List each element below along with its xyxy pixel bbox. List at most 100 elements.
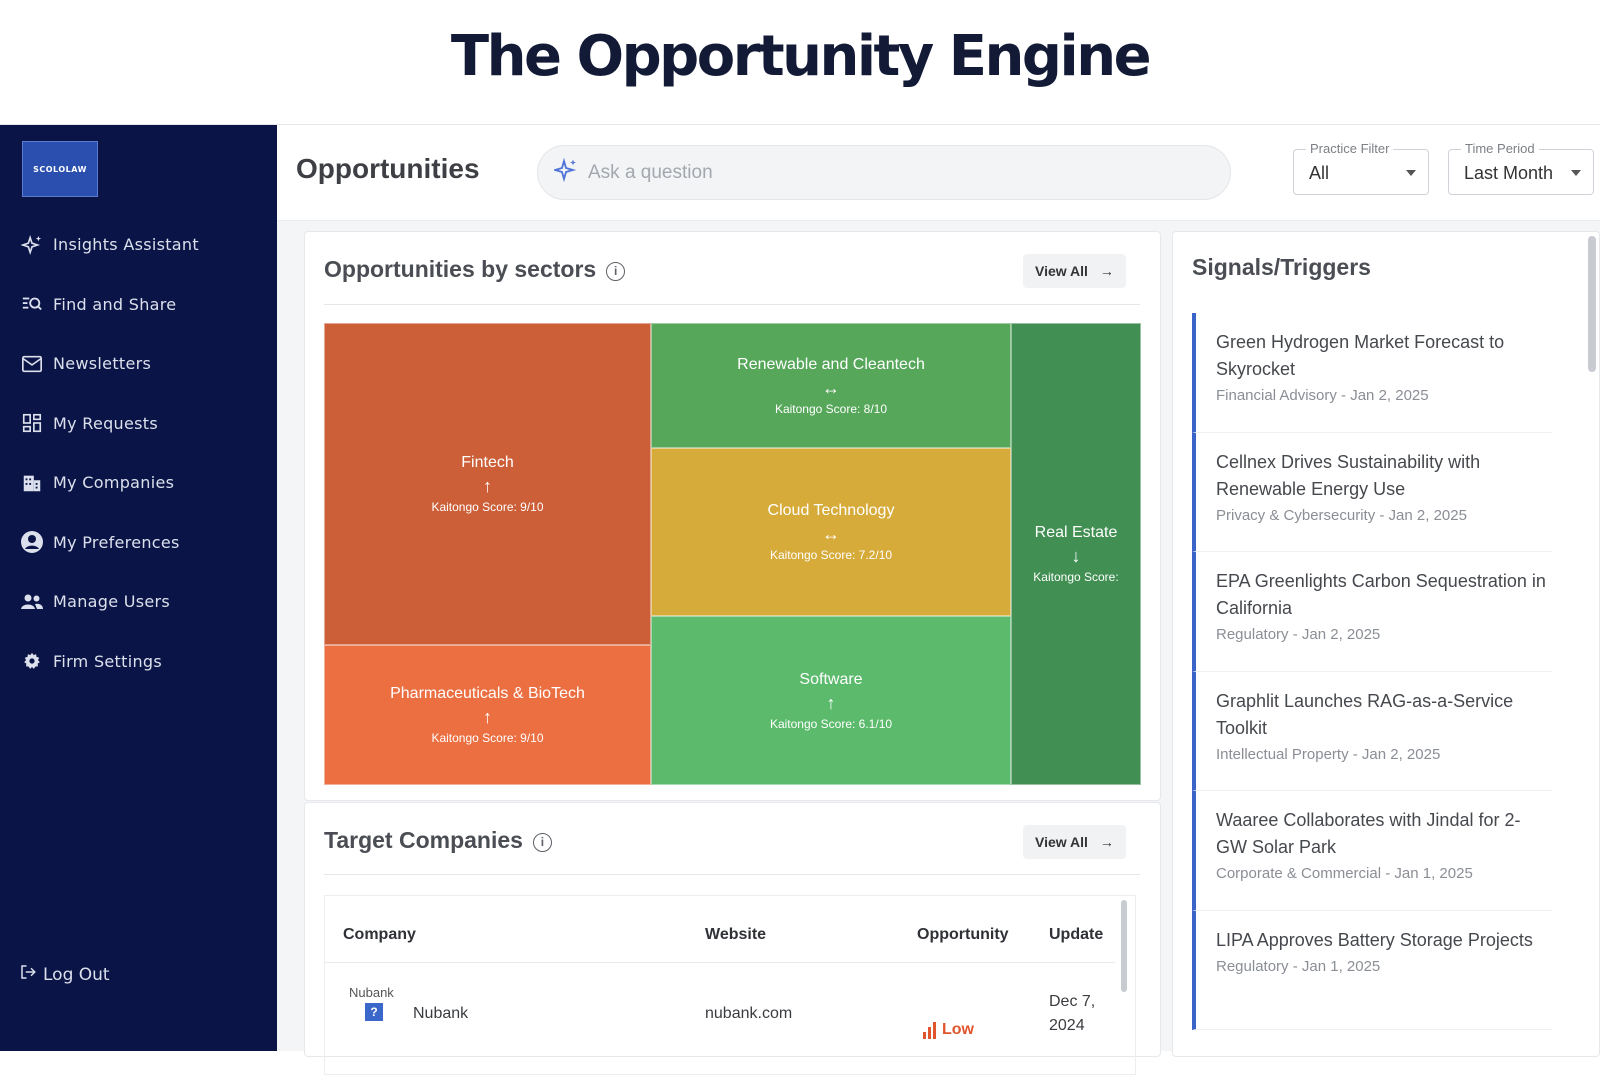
sectors-card: Opportunities by sectors i View All → Fint… xyxy=(304,231,1161,801)
column-header-update[interactable]: Update xyxy=(1049,926,1103,944)
treemap-tile-pharmaceuticals[interactable]: Pharmaceuticals & BioTech ↑ Kaitongo Sco… xyxy=(324,645,651,785)
firm-logo-text: SCOLOLAW xyxy=(33,164,87,174)
arrow-up-icon: ↑ xyxy=(826,692,836,713)
ask-question-input[interactable] xyxy=(588,161,1188,184)
signals-title: Signals/Triggers xyxy=(1192,254,1371,280)
treemap-tile-real-estate[interactable]: Real Estate ↓ Kaitongo Score: xyxy=(1011,323,1141,785)
treemap-tile-software[interactable]: Software ↑ Kaitongo Score: 6.1/10 xyxy=(651,616,1011,785)
signal-item[interactable]: EPA Greenlights Carbon Sequestration in … xyxy=(1192,552,1552,672)
signal-title: Green Hydrogen Market Forecast to Skyroc… xyxy=(1216,332,1505,379)
signal-title: Cellnex Drives Sustainability with Renew… xyxy=(1216,451,1481,499)
signal-item[interactable]: Cellnex Drives Sustainability with Renew… xyxy=(1192,432,1552,552)
sidebar-item-manage-users[interactable]: Manage Users xyxy=(0,572,277,632)
tile-name: Pharmaceuticals & BioTech xyxy=(390,685,585,702)
signal-title: EPA Greenlights Carbon Sequestration in … xyxy=(1216,571,1546,618)
firm-logo[interactable]: SCOLOLAW xyxy=(22,141,98,197)
tile-score: Kaitongo Score: 7.2/10 xyxy=(769,548,893,562)
ask-question-box[interactable] xyxy=(537,145,1231,200)
sidebar: SCOLOLAW Insights Assistant Find and Sha… xyxy=(0,125,277,1051)
grid-icon xyxy=(19,410,45,436)
company-name[interactable]: Nubank xyxy=(413,1005,468,1023)
hero-title: The Opportunity Engine xyxy=(450,24,1152,89)
opportunity-level: Low xyxy=(942,1021,974,1038)
signal-item[interactable]: Graphlit Launches RAG-as-a-Service Toolk… xyxy=(1192,671,1552,791)
sidebar-item-label: Firm Settings xyxy=(53,651,162,671)
sidebar-item-my-preferences[interactable]: My Preferences xyxy=(0,513,277,573)
sectors-view-all-button[interactable]: View All → xyxy=(1023,254,1126,288)
sidebar-item-my-companies[interactable]: My Companies xyxy=(0,453,277,513)
sidebar-item-label: Find and Share xyxy=(53,294,177,314)
column-header-website[interactable]: Website xyxy=(705,926,766,944)
sidebar-item-label: Insights Assistant xyxy=(53,235,199,255)
arrow-right-icon: → xyxy=(1099,834,1114,850)
tile-score: Kaitongo Score: 6.1/10 xyxy=(769,716,893,731)
mail-icon xyxy=(19,351,45,377)
target-companies-title: Target Companies xyxy=(324,827,523,853)
target-companies-table: Company Website Opportunity Update Nuban… xyxy=(324,895,1136,1075)
tile-name: Software xyxy=(799,670,863,688)
signal-item[interactable]: LIPA Approves Battery Storage Projects R… xyxy=(1192,910,1552,1030)
sectors-card-header: Opportunities by sectors i xyxy=(324,256,626,283)
sidebar-item-newsletters[interactable]: Newsletters xyxy=(0,334,277,394)
table-scrollbar[interactable] xyxy=(1121,900,1127,992)
logout-button[interactable]: Log Out xyxy=(19,963,110,986)
signals-list: Green Hydrogen Market Forecast to Skyroc… xyxy=(1192,313,1552,1030)
time-period-value: Last Month xyxy=(1464,163,1554,183)
view-all-label: View All xyxy=(1035,263,1088,279)
sidebar-item-my-requests[interactable]: My Requests xyxy=(0,394,277,454)
signals-scrollbar[interactable] xyxy=(1588,236,1596,372)
practice-filter-select[interactable]: Practice Filter All xyxy=(1293,141,1429,195)
signal-meta: Privacy & Cybersecurity - Jan 2, 2025 xyxy=(1216,506,1467,524)
sidebar-item-find-and-share[interactable]: Find and Share xyxy=(0,275,277,335)
users-icon xyxy=(19,589,45,615)
target-companies-header: Target Companies i xyxy=(324,827,552,854)
logout-label: Log Out xyxy=(43,964,110,985)
signal-meta: Regulatory - Jan 1, 2025 xyxy=(1216,957,1381,975)
column-header-company[interactable]: Company xyxy=(343,926,416,944)
tile-score: Kaitongo Score: 9/10 xyxy=(431,731,544,745)
company-website[interactable]: nubank.com xyxy=(705,1005,792,1023)
list-search-icon xyxy=(19,291,45,317)
caret-down-icon xyxy=(1571,170,1581,176)
arrow-horizontal-icon: ↔ xyxy=(822,377,840,398)
info-icon[interactable]: i xyxy=(532,833,552,852)
time-period-select[interactable]: Time Period Last Month xyxy=(1448,141,1594,195)
signal-title: Waaree Collaborates with Jindal for 2-GW… xyxy=(1216,810,1521,857)
signal-title: Graphlit Launches RAG-as-a-Service Toolk… xyxy=(1216,690,1514,738)
tile-score: Kaitongo Score: xyxy=(1033,570,1119,584)
logout-icon xyxy=(19,963,37,986)
building-icon xyxy=(19,470,45,496)
update-date-line2: 2024 xyxy=(1049,1017,1085,1034)
tile-score: Kaitongo Score: 9/10 xyxy=(431,500,544,514)
tile-score: Kaitongo Score: 8/10 xyxy=(774,401,888,416)
info-icon[interactable]: i xyxy=(606,262,626,281)
treemap-tile-fintech[interactable]: Fintech ↑ Kaitongo Score: 9/10 xyxy=(324,323,651,645)
treemap-tile-renewable-cleantech[interactable]: Renewable and Cleantech ↔ Kaitongo Score… xyxy=(651,323,1011,448)
company-logo-text: Nubank xyxy=(349,985,394,1000)
sidebar-item-label: My Requests xyxy=(53,413,158,433)
signal-item[interactable]: Green Hydrogen Market Forecast to Skyroc… xyxy=(1192,313,1552,433)
tile-name: Renewable and Cleantech xyxy=(737,355,925,373)
table-row[interactable]: Nubank ? Nubank nubank.com Low Dec 7, 20… xyxy=(325,963,1115,1073)
practice-filter-value: All xyxy=(1309,163,1330,183)
signal-item[interactable]: Waaree Collaborates with Jindal for 2-GW… xyxy=(1192,791,1552,911)
signal-title: LIPA Approves Battery Storage Projects xyxy=(1216,929,1533,950)
sidebar-item-firm-settings[interactable]: Firm Settings xyxy=(0,632,277,692)
signals-card: Signals/Triggers Green Hydrogen Market F… xyxy=(1172,231,1600,1057)
signal-meta: Corporate & Commercial - Jan 1, 2025 xyxy=(1216,865,1473,882)
targets-view-all-button[interactable]: View All → xyxy=(1023,825,1126,859)
signal-meta: Financial Advisory - Jan 2, 2025 xyxy=(1216,387,1429,404)
column-header-opportunity[interactable]: Opportunity xyxy=(917,926,1009,944)
tile-name: Fintech xyxy=(461,454,514,471)
tile-name: Real Estate xyxy=(1034,524,1118,541)
view-all-label: View All xyxy=(1035,834,1088,850)
arrow-up-icon: ↑ xyxy=(483,707,492,727)
signal-bars-icon xyxy=(923,1022,936,1039)
signal-meta: Intellectual Property - Jan 2, 2025 xyxy=(1216,745,1441,763)
treemap-tile-cloud-technology[interactable]: Cloud Technology ↔ Kaitongo Score: 7.2/1… xyxy=(651,448,1011,616)
divider xyxy=(324,874,1140,875)
sidebar-item-insights-assistant[interactable]: Insights Assistant xyxy=(0,215,277,275)
opportunity-badge: Low xyxy=(923,1021,974,1039)
target-companies-card: Target Companies i View All → Company Webs… xyxy=(304,802,1161,1075)
arrow-up-icon: ↑ xyxy=(483,476,492,496)
